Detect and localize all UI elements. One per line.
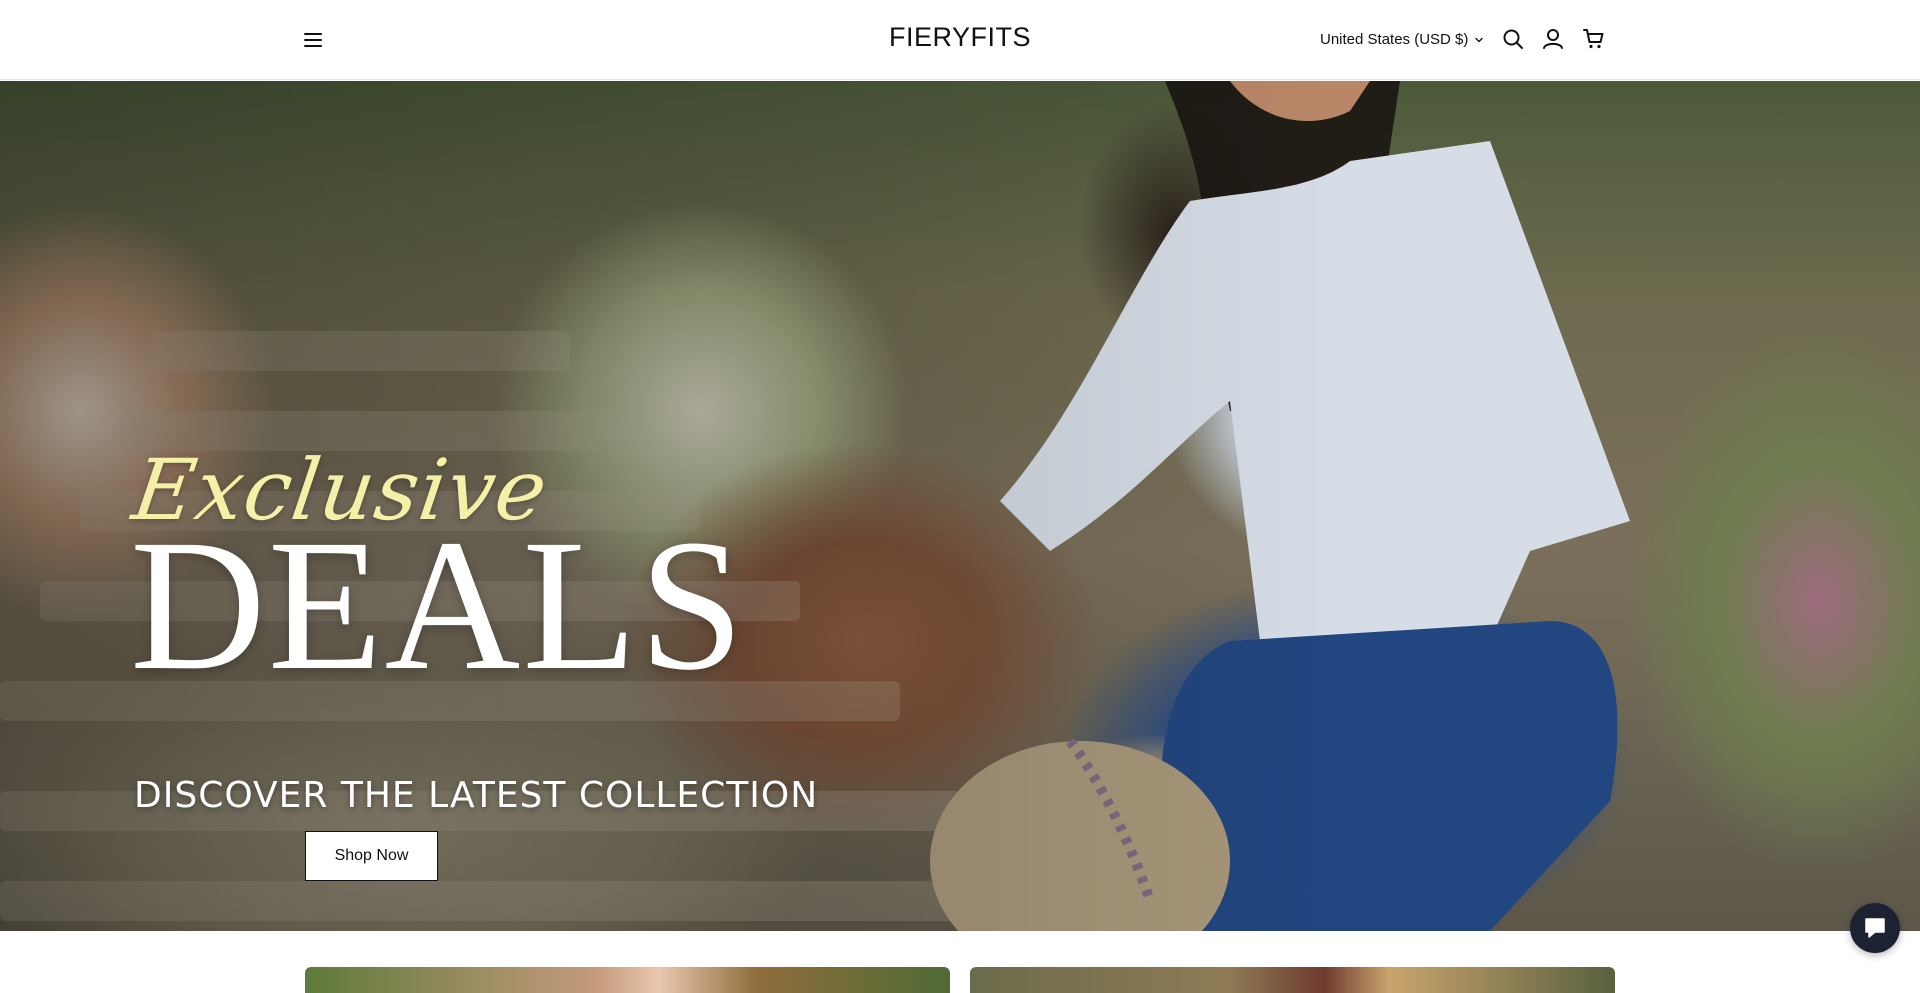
hero-headline: DEALS [130, 500, 746, 709]
collection-card-1[interactable] [305, 967, 950, 993]
store-logo[interactable]: FIERYFITS [889, 22, 1031, 52]
hero-subheadline: DISCOVER THE LATEST COLLECTION [134, 775, 819, 816]
menu-icon[interactable] [302, 28, 326, 52]
site-header: FIERYFITS United States (USD $) [0, 0, 1920, 80]
currency-label: United States (USD $) [1320, 31, 1469, 48]
chat-button[interactable] [1850, 903, 1900, 953]
account-icon[interactable] [1541, 27, 1565, 51]
cart-icon[interactable] [1582, 27, 1606, 51]
logo-wrapper: FIERYFITS [0, 22, 1920, 53]
chevron-down-icon [1475, 37, 1484, 42]
collection-card-2[interactable] [970, 967, 1615, 993]
chat-icon [1865, 918, 1885, 938]
currency-selector[interactable]: United States (USD $) [1320, 31, 1484, 48]
search-icon[interactable] [1501, 27, 1525, 51]
hero-banner: Exclusive DEALS DISCOVER THE LATEST COLL… [0, 81, 1920, 931]
shop-now-button[interactable]: Shop Now [305, 831, 438, 881]
